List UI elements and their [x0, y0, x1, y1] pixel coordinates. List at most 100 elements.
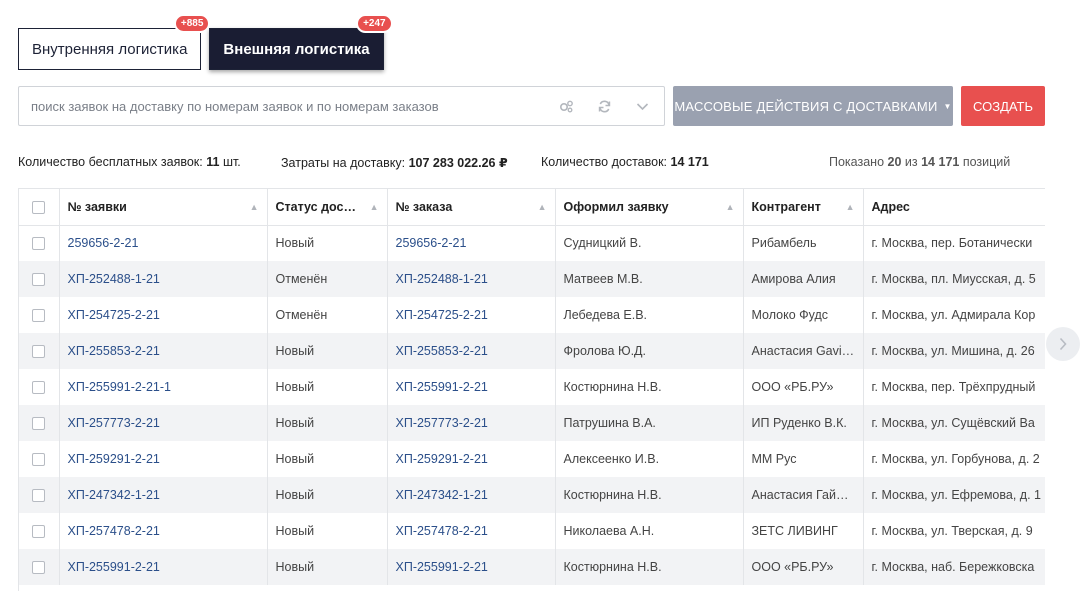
contractor-cell: ИП Руденко В.К. [743, 405, 864, 441]
address-cell: г. Москва, наб. Бережковска [863, 549, 1045, 585]
search-icons [558, 100, 664, 113]
refresh-icon[interactable] [596, 100, 612, 113]
settings-icon[interactable] [558, 100, 574, 113]
order-number-link[interactable]: ХП-259291-2-21 [387, 441, 556, 477]
delivery-count-value: 14 171 [670, 155, 709, 169]
request-number-link[interactable]: ХП-255991-2-21 [59, 549, 268, 585]
status-cell: Новый [267, 225, 388, 261]
address-cell: г. Москва, пл. Миусская, д. 5 [863, 261, 1045, 297]
author-cell: Николаева А.Н. [555, 513, 744, 549]
order-number-link[interactable]: ХП-255853-2-21 [387, 333, 556, 369]
table-row[interactable]: ХП-252488-1-21 Отменён ХП-252488-1-21 Ма… [19, 261, 1045, 297]
order-number-link[interactable]: 259656-2-21 [387, 225, 556, 261]
count-badge: +885 [173, 14, 211, 33]
delivery-count-stat: Количество доставок: 14 171 [541, 155, 709, 169]
request-number-link[interactable]: ХП-257773-2-21 [59, 405, 268, 441]
create-button[interactable]: СОЗДАТЬ [961, 86, 1045, 126]
sort-icon[interactable]: ▲ [538, 202, 547, 212]
column-header-contractor[interactable]: Контрагент ▲ [743, 189, 864, 226]
author-cell: Фролова Ю.Д. [555, 333, 744, 369]
order-number-link[interactable]: ХП-257478-2-21 [387, 513, 556, 549]
request-number-link[interactable]: ХП-254725-2-21 [59, 297, 268, 333]
column-header-address[interactable]: Адрес [863, 189, 1045, 226]
shown-count: Показано 20 из 14 171 позиций [829, 155, 1011, 169]
table-row[interactable]: ХП-255853-2-21 Новый ХП-255853-2-21 Фрол… [19, 333, 1045, 369]
table-header: № заявки ▲ Статус дос… ▲ № заказа ▲ Оформил… [19, 189, 1045, 226]
author-cell: Костюрнина Н.В. [555, 549, 744, 585]
row-checkbox[interactable] [32, 381, 46, 395]
row-checkbox[interactable] [32, 417, 46, 431]
author-cell: Алексеенко И.В. [555, 441, 744, 477]
row-checkbox[interactable] [32, 345, 46, 359]
status-cell: Новый [267, 369, 388, 405]
column-header-status[interactable]: Статус дос… ▲ [267, 189, 388, 226]
mass-actions-button[interactable]: МАССОВЫЕ ДЕЙСТВИЯ С ДОСТАВКАМИ ▼ [673, 86, 953, 126]
column-header-order[interactable]: № заказа ▲ [387, 189, 556, 226]
row-checkbox[interactable] [32, 273, 46, 287]
status-cell: Новый [267, 405, 388, 441]
table-row[interactable]: ХП-259291-2-21 Новый ХП-259291-2-21 Алек… [19, 441, 1045, 477]
address-cell: г. Москва, ул. Тверская, д. 9 [863, 513, 1045, 549]
order-number-link[interactable]: ХП-255991-2-21 [387, 549, 556, 585]
request-number-link[interactable]: ХП-259291-2-21 [59, 441, 268, 477]
status-cell: Новый [267, 513, 388, 549]
request-number-link[interactable]: ХП-252488-1-21 [59, 261, 268, 297]
table-row[interactable]: 259656-2-21 Новый 259656-2-21 Судницкий … [19, 225, 1045, 261]
column-header-author[interactable]: Оформил заявку ▲ [555, 189, 744, 226]
request-number-link[interactable]: 259656-2-21 [59, 225, 268, 261]
table-row[interactable]: ХП-257773-2-21 Новый ХП-257773-2-21 Патр… [19, 405, 1045, 441]
column-header-request[interactable]: № заявки ▲ [59, 189, 268, 226]
deliveries-table: № заявки ▲ Статус дос… ▲ № заказа ▲ Оформил… [18, 188, 1045, 591]
table-row[interactable]: ХП-257478-2-21 Новый ХП-257478-2-21 Нико… [19, 513, 1045, 549]
row-checkbox[interactable] [32, 525, 46, 539]
contractor-cell: ООО «РБ.РУ» [743, 549, 864, 585]
search-input[interactable] [31, 98, 558, 114]
address-cell: г. Москва, пер. Трёхпрудный [863, 369, 1045, 405]
contractor-cell: ЗЕТС ЛИВИНГ [743, 513, 864, 549]
caret-down-icon: ▼ [943, 101, 952, 111]
address-cell: г. Москва, ул. Мишина, д. 26 [863, 333, 1045, 369]
table-row[interactable]: ХП-254725-2-21 Отменён ХП-254725-2-21 Ле… [19, 297, 1045, 333]
chevron-right-icon [1059, 337, 1067, 351]
tab-label: Внешняя логистика [223, 40, 370, 58]
request-number-link[interactable]: ХП-255853-2-21 [59, 333, 268, 369]
order-number-link[interactable]: ХП-257773-2-21 [387, 405, 556, 441]
order-number-link[interactable]: ХП-254725-2-21 [387, 297, 556, 333]
request-number-link[interactable]: ХП-257478-2-21 [59, 513, 268, 549]
sort-icon[interactable]: ▲ [726, 202, 735, 212]
sort-icon[interactable]: ▲ [846, 202, 855, 212]
address-cell: г. Москва, ул. Горбунова, д. 2 [863, 441, 1045, 477]
chevron-down-icon[interactable] [634, 102, 650, 111]
order-number-link[interactable]: ХП-252488-1-21 [387, 261, 556, 297]
request-number-link[interactable]: ХП-247342-1-21 [59, 477, 268, 513]
sort-icon[interactable]: ▲ [370, 202, 379, 212]
tab-external-logistics[interactable]: Внешняя логистика +247 [209, 14, 393, 70]
order-number-link[interactable]: ХП-255991-2-21 [387, 369, 556, 405]
order-number-link[interactable]: ХП-247342-1-21 [387, 477, 556, 513]
select-all-checkbox[interactable] [32, 200, 46, 214]
status-cell: Отменён [267, 261, 388, 297]
row-checkbox[interactable] [32, 237, 46, 251]
row-checkbox[interactable] [32, 561, 46, 575]
address-cell: г. Москва, ул. Сущёвский Ва [863, 405, 1045, 441]
request-number-link[interactable]: ХП-255991-2-21-1 [59, 369, 268, 405]
status-cell: Отменён [267, 297, 388, 333]
contractor-cell: ООО «РБ.РУ» [743, 369, 864, 405]
address-cell: г. Москва, ул. Ефремова, д. 1 [863, 477, 1045, 513]
row-checkbox[interactable] [32, 453, 46, 467]
address-cell: г. Москва, ул. Адмирала Кор [863, 297, 1045, 333]
scroll-right-button[interactable] [1046, 327, 1080, 361]
tab-internal-logistics[interactable]: Внутренняя логистика +885 [18, 14, 211, 70]
table-row[interactable]: ХП-247342-1-21 Новый ХП-247342-1-21 Кост… [19, 477, 1045, 513]
row-checkbox[interactable] [32, 489, 46, 503]
contractor-cell: Анастасия Гай… [743, 477, 864, 513]
delivery-cost-value: 107 283 022.26 ₽ [408, 156, 508, 170]
author-cell: Матвеев М.В. [555, 261, 744, 297]
table-row[interactable]: ХП-255991-2-21 Новый ХП-255991-2-21 Кост… [19, 549, 1045, 585]
search-box [18, 86, 665, 126]
row-checkbox[interactable] [32, 309, 46, 323]
sort-icon[interactable]: ▲ [250, 202, 259, 212]
table-row[interactable]: ХП-255991-2-21-1 Новый ХП-255991-2-21 Ко… [19, 369, 1045, 405]
contractor-cell: ММ Рус [743, 441, 864, 477]
free-requests-value: 11 [206, 155, 220, 169]
